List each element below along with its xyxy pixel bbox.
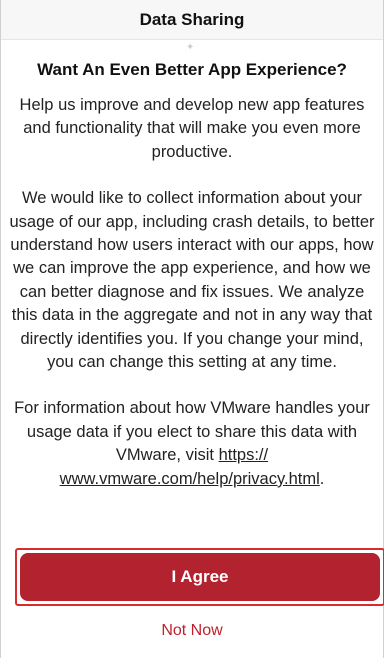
sparkle-icon: ✦	[186, 42, 195, 53]
data-sharing-screen: Data Sharing ✦ Want An Even Better App E…	[0, 0, 384, 658]
privacy-paragraph-text: For information about how VMware handles…	[14, 399, 370, 465]
agree-button[interactable]: I Agree	[20, 553, 380, 601]
consent-content: Want An Even Better App Experience? Help…	[1, 58, 383, 491]
not-now-button[interactable]: Not Now	[1, 622, 383, 640]
page-title: Data Sharing	[139, 10, 245, 29]
privacy-paragraph-end: .	[319, 469, 325, 488]
navigation-header: Data Sharing	[1, 0, 383, 40]
agree-button-highlight: I Agree	[15, 548, 384, 606]
consent-heading: Want An Even Better App Experience?	[37, 60, 347, 79]
privacy-paragraph: For information about how VMware handles…	[5, 397, 379, 491]
intro-paragraph: Help us improve and develop new app feat…	[19, 96, 365, 161]
usage-paragraph: We would like to collect information abo…	[9, 189, 375, 372]
